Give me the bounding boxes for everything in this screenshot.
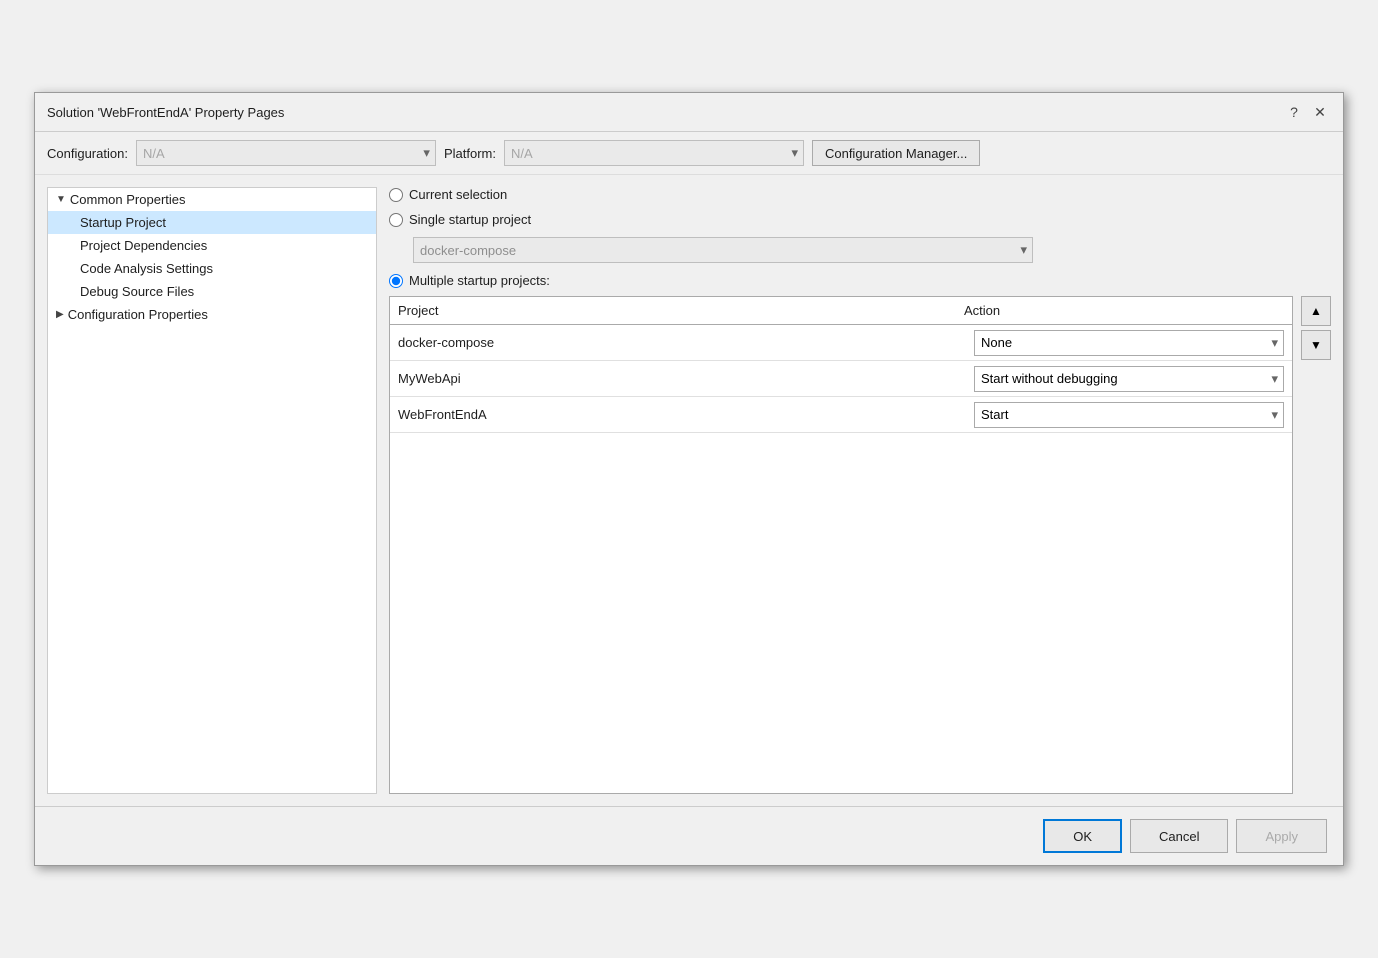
table-row: docker-compose None Start Start without … [390, 325, 1292, 361]
config-label: Configuration: [47, 146, 128, 161]
radio-current-selection[interactable] [389, 188, 403, 202]
radio-multiple-startup-label: Multiple startup projects: [409, 273, 550, 288]
platform-label: Platform: [444, 146, 496, 161]
radio-multiple-startup-row: Multiple startup projects: [389, 273, 1331, 288]
table-row: WebFrontEndA None Start Start without de… [390, 397, 1292, 433]
config-bar: Configuration: N/A Platform: N/A Configu… [35, 132, 1343, 175]
footer: OK Cancel Apply [35, 806, 1343, 865]
radio-current-selection-row: Current selection [389, 187, 1331, 202]
single-project-dropdown-wrapper: docker-compose [413, 237, 1033, 263]
tree-common-properties[interactable]: ▼ Common Properties [48, 188, 376, 211]
action-select-mywebapi-wrapper: None Start Start without debugging [974, 366, 1284, 392]
col-action-header: Action [964, 303, 1284, 318]
project-name-mywebapi: MyWebApi [398, 371, 974, 386]
table-header: Project Action [390, 297, 1292, 325]
apply-button[interactable]: Apply [1236, 819, 1327, 853]
help-button[interactable]: ? [1283, 101, 1305, 123]
tree-code-analysis-settings[interactable]: Code Analysis Settings [48, 257, 376, 280]
config-select-wrapper: N/A [136, 140, 436, 166]
single-project-select-wrapper: docker-compose [413, 237, 1033, 263]
property-pages-dialog: Solution 'WebFrontEndA' Property Pages ?… [34, 92, 1344, 866]
up-down-buttons: ▲ ▼ [1301, 296, 1331, 794]
radio-single-startup-label: Single startup project [409, 212, 531, 227]
title-bar-buttons: ? ✕ [1283, 101, 1331, 123]
common-properties-arrow: ▼ [56, 194, 66, 205]
move-down-button[interactable]: ▼ [1301, 330, 1331, 360]
single-project-dropdown[interactable]: docker-compose [413, 237, 1033, 263]
left-panel-tree: ▼ Common Properties Startup Project Proj… [47, 187, 377, 794]
project-dependencies-label: Project Dependencies [80, 238, 207, 253]
tree-debug-source-files[interactable]: Debug Source Files [48, 280, 376, 303]
right-panel: Current selection Single startup project… [389, 187, 1331, 794]
action-select-docker-compose[interactable]: None Start Start without debugging [974, 330, 1284, 356]
table-empty-area [390, 433, 1292, 793]
move-up-button[interactable]: ▲ [1301, 296, 1331, 326]
radio-current-selection-label: Current selection [409, 187, 507, 202]
config-properties-label: Configuration Properties [68, 307, 208, 322]
config-select[interactable]: N/A [136, 140, 436, 166]
action-select-mywebapi[interactable]: None Start Start without debugging [974, 366, 1284, 392]
title-bar: Solution 'WebFrontEndA' Property Pages ?… [35, 93, 1343, 132]
platform-select[interactable]: N/A [504, 140, 804, 166]
tree-startup-project[interactable]: Startup Project [48, 211, 376, 234]
debug-source-files-label: Debug Source Files [80, 284, 194, 299]
tree-project-dependencies[interactable]: Project Dependencies [48, 234, 376, 257]
dialog-title: Solution 'WebFrontEndA' Property Pages [47, 105, 284, 120]
startup-radio-group: Current selection Single startup project… [389, 187, 1331, 794]
config-properties-arrow: ▶ [56, 309, 64, 320]
project-name-webfrontenda: WebFrontEndA [398, 407, 974, 422]
close-button[interactable]: ✕ [1309, 101, 1331, 123]
project-name-docker-compose: docker-compose [398, 335, 974, 350]
main-content: ▼ Common Properties Startup Project Proj… [35, 175, 1343, 806]
radio-single-startup[interactable] [389, 213, 403, 227]
common-properties-label: Common Properties [70, 192, 186, 207]
multiple-startup-section: Multiple startup projects: Project Actio… [389, 273, 1331, 794]
startup-project-label: Startup Project [80, 215, 166, 230]
table-row: MyWebApi None Start Start without debugg… [390, 361, 1292, 397]
tree-config-properties[interactable]: ▶ Configuration Properties [48, 303, 376, 326]
action-select-docker-compose-wrapper: None Start Start without debugging [974, 330, 1284, 356]
radio-single-startup-row: Single startup project [389, 212, 1331, 227]
projects-area: Project Action docker-compose None Start [389, 296, 1331, 794]
col-project-header: Project [398, 303, 964, 318]
radio-multiple-startup[interactable] [389, 274, 403, 288]
action-select-webfrontenda[interactable]: None Start Start without debugging [974, 402, 1284, 428]
cancel-button[interactable]: Cancel [1130, 819, 1228, 853]
ok-button[interactable]: OK [1043, 819, 1122, 853]
code-analysis-settings-label: Code Analysis Settings [80, 261, 213, 276]
projects-table: Project Action docker-compose None Start [389, 296, 1293, 794]
config-manager-button[interactable]: Configuration Manager... [812, 140, 980, 166]
platform-select-wrapper: N/A [504, 140, 804, 166]
action-select-webfrontenda-wrapper: None Start Start without debugging [974, 402, 1284, 428]
